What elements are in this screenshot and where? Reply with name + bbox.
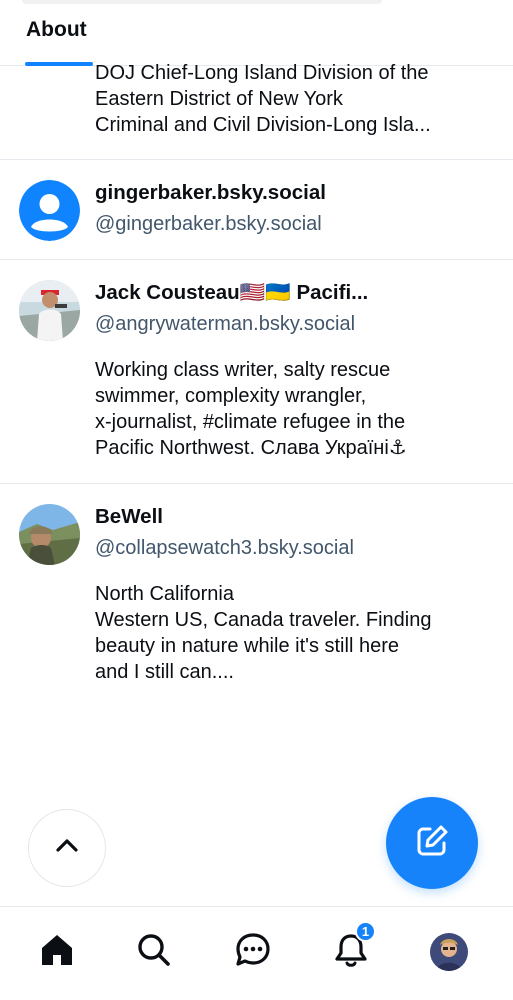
display-name[interactable]: gingerbaker.bsky.social <box>95 180 495 206</box>
bottom-nav: 1 <box>0 906 513 1000</box>
home-icon <box>38 931 76 974</box>
scrolled-header-remnant <box>22 0 382 4</box>
profile-description: DOJ Chief-Long Island Division of the Ea… <box>95 60 495 138</box>
top-bar: About <box>0 0 513 66</box>
nav-chat[interactable] <box>228 927 278 977</box>
description-line: Pacific Northwest. Слава Україні⚓ <box>95 437 407 459</box>
user-handle: @gingerbaker.bsky.social <box>95 213 322 235</box>
tab-about[interactable]: About <box>26 18 87 42</box>
nav-search[interactable] <box>129 927 179 977</box>
display-name[interactable]: BeWell <box>95 504 495 530</box>
description-line: x-journalist, #climate refugee in the <box>95 411 406 433</box>
profile-avatar <box>430 933 468 971</box>
profile-description: Working class writer, salty rescue swimm… <box>95 357 513 461</box>
description-line: Western US, Canada traveler. Finding <box>95 609 432 631</box>
avatar[interactable] <box>19 504 80 565</box>
nav-notifications[interactable]: 1 <box>326 921 376 977</box>
list-item[interactable]: gingerbaker.bsky.social @gingerbaker.bsk… <box>0 160 513 260</box>
description-line: Working class writer, salty rescue <box>95 359 391 381</box>
description-line: swimmer, complexity wrangler, <box>95 385 367 407</box>
notification-badge: 1 <box>355 921 376 942</box>
description-line: DOJ Chief-Long Island Division of the <box>95 62 429 84</box>
user-handle: @collapsewatch3.bsky.social <box>95 537 354 559</box>
display-name[interactable]: Jack Cousteau🇺🇸🇺🇦 Pacifi... <box>95 280 495 306</box>
avatar[interactable] <box>19 280 80 341</box>
chat-icon <box>234 931 272 974</box>
list-item[interactable]: DOJ Chief-Long Island Division of the Ea… <box>0 62 513 160</box>
list-item[interactable]: Jack Cousteau🇺🇸🇺🇦 Pacifi... @angrywaterm… <box>0 260 513 484</box>
user-list: DOJ Chief-Long Island Division of the Ea… <box>0 62 513 707</box>
description-line: and I still can.... <box>95 661 234 683</box>
list-item[interactable]: BeWell @collapsewatch3.bsky.social North… <box>0 484 513 707</box>
nav-profile[interactable] <box>424 927 474 977</box>
nav-home[interactable] <box>32 927 82 977</box>
description-line: Criminal and Civil Division-Long Isla... <box>95 114 431 136</box>
description-line: North California <box>95 583 234 605</box>
chevron-up-icon <box>54 833 80 864</box>
description-line: beauty in nature while it's still here <box>95 635 399 657</box>
compose-icon <box>413 822 451 865</box>
default-avatar-icon[interactable] <box>19 180 80 241</box>
profile-description: North California Western US, Canada trav… <box>95 581 513 685</box>
search-icon <box>135 931 173 974</box>
description-line: Eastern District of New York <box>95 88 343 110</box>
compose-post-button[interactable] <box>386 797 478 889</box>
scroll-to-top-button[interactable] <box>28 809 106 887</box>
user-handle: @angrywaterman.bsky.social <box>95 313 356 335</box>
